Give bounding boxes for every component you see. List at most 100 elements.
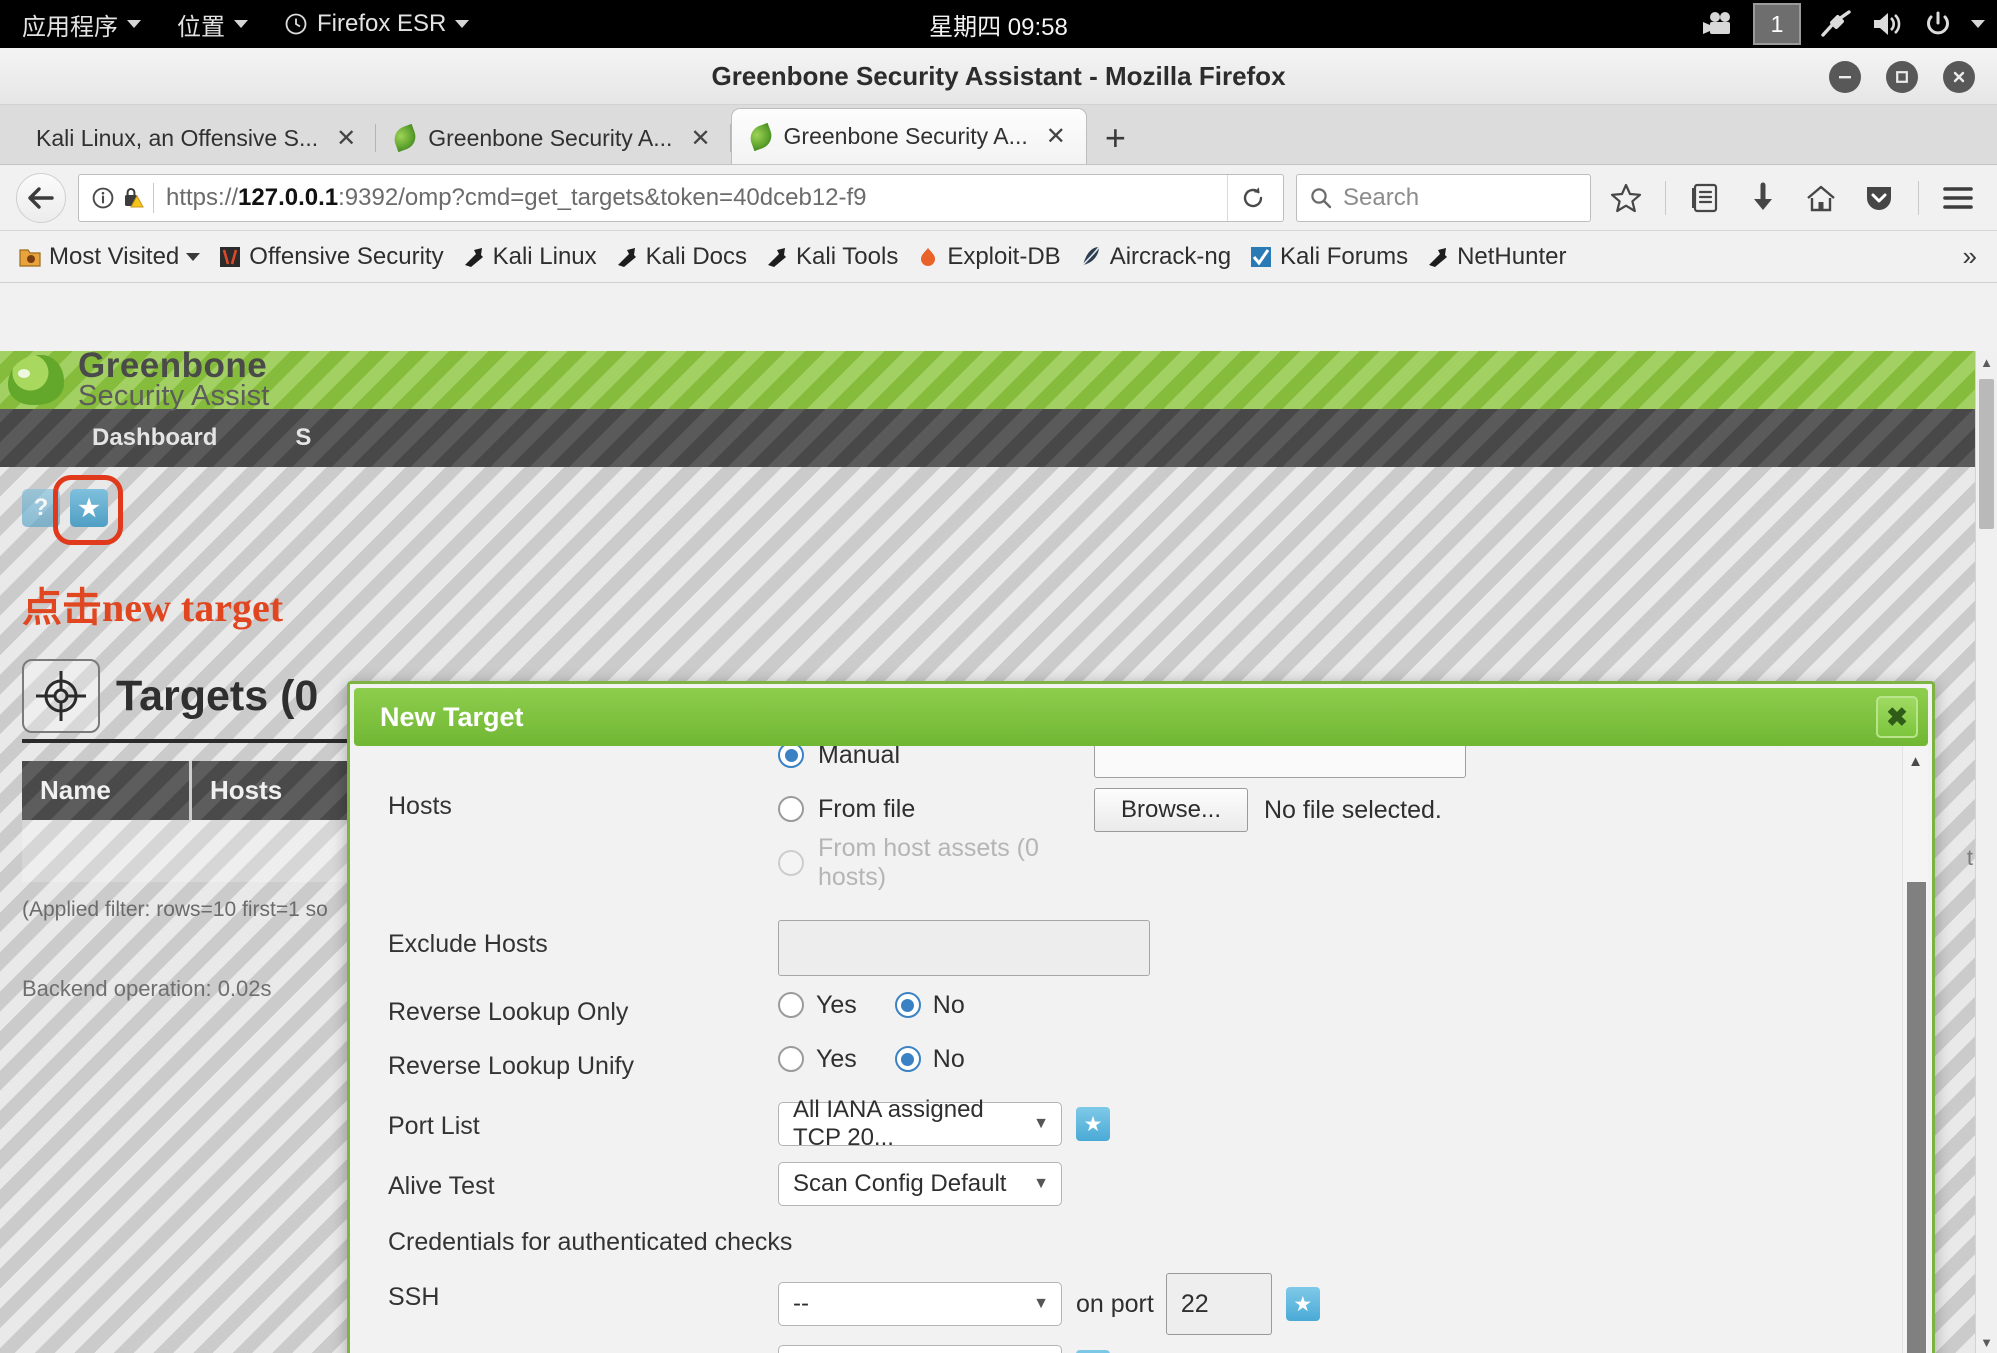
nav-item-dashboard[interactable]: Dashboard xyxy=(92,424,217,452)
dragon-icon xyxy=(765,245,789,269)
gsa-logo-line2: Security Assist xyxy=(78,379,270,412)
column-header-name[interactable]: Name xyxy=(22,761,192,820)
browser-tab[interactable]: Greenbone Security A... ✕ xyxy=(376,112,731,164)
radio-reverse-lookup-only-yes[interactable] xyxy=(778,992,804,1018)
applications-menu[interactable]: 应用程序 xyxy=(0,0,159,48)
nav-item-scans[interactable]: S xyxy=(295,424,311,452)
close-icon[interactable]: ✕ xyxy=(330,124,362,153)
close-icon[interactable]: ✖ xyxy=(1876,696,1918,738)
pocket-icon[interactable] xyxy=(1856,175,1902,221)
dialog-scrollbar-thumb[interactable] xyxy=(1907,882,1926,1353)
new-ssh-credential-star-icon[interactable]: ★ xyxy=(1285,1287,1320,1321)
identity-box[interactable] xyxy=(85,185,145,211)
maximize-button[interactable] xyxy=(1886,60,1918,93)
bookmark-most-visited[interactable]: Most Visited xyxy=(12,240,206,274)
firefox-clock-icon xyxy=(284,12,308,36)
browser-tab[interactable]: Kali Linux, an Offensive S... ✕ xyxy=(18,112,377,164)
new-tab-button[interactable]: + xyxy=(1087,120,1144,164)
close-icon[interactable]: ✕ xyxy=(1040,122,1072,151)
network-icon[interactable] xyxy=(1819,9,1853,39)
new-target-dialog: New Target ✖ Hosts Manual From file From… xyxy=(347,681,1935,1353)
ssh-credential-select[interactable]: -- ▼ xyxy=(778,1282,1062,1326)
radio-reverse-lookup-only-no[interactable] xyxy=(894,992,921,1018)
close-icon[interactable]: ✕ xyxy=(684,124,716,153)
places-menu-label: 位置 xyxy=(177,13,225,41)
help-icon[interactable]: ? xyxy=(22,489,60,527)
dialog-scrollbar[interactable]: ▲ ▼ xyxy=(1902,746,1928,1353)
info-icon[interactable] xyxy=(91,186,115,210)
file-status-text: No file selected. xyxy=(1264,795,1442,824)
bookmark-star-icon[interactable] xyxy=(1603,175,1649,221)
column-header-hosts[interactable]: Hosts xyxy=(192,761,362,820)
bookmark-kali-tools[interactable]: Kali Tools xyxy=(759,240,904,274)
reload-icon[interactable] xyxy=(1227,174,1277,221)
gsa-toolbar-icons: ? ★ xyxy=(22,475,1975,545)
bookmark-offensive-security[interactable]: Offensive Security xyxy=(212,240,449,274)
search-bar[interactable]: Search xyxy=(1296,173,1591,222)
bookmark-exploit-db[interactable]: Exploit-DB xyxy=(910,240,1066,274)
hosts-option-from-file[interactable]: From file xyxy=(778,782,1094,836)
hosts-option-manual[interactable]: Manual xyxy=(778,746,1094,782)
close-button[interactable] xyxy=(1943,60,1975,93)
alive-test-select[interactable]: Scan Config Default ▼ xyxy=(778,1162,1062,1206)
new-target-star-icon[interactable]: ★ xyxy=(70,489,108,527)
radio-manual[interactable] xyxy=(778,746,804,768)
page-scrollbar-thumb[interactable] xyxy=(1979,379,1994,529)
search-icon xyxy=(1309,186,1333,210)
bookmark-kali-docs[interactable]: Kali Docs xyxy=(609,240,753,274)
hosts-manual-input[interactable]: 192.168.199.214 xyxy=(1094,746,1466,778)
ssh-port-input[interactable]: 22 xyxy=(1165,1273,1272,1335)
scroll-down-icon[interactable]: ▼ xyxy=(1976,1331,1997,1353)
bookmark-kali-linux[interactable]: Kali Linux xyxy=(456,240,603,274)
downloads-icon[interactable] xyxy=(1740,175,1786,221)
port-list-value: All IANA assigned TCP 20... xyxy=(793,1096,984,1151)
radio-label-from-host-assets: From host assets (0 hosts) xyxy=(818,834,1039,891)
places-menu[interactable]: 位置 xyxy=(159,0,266,48)
smb-credential-select[interactable]: -- ▼ xyxy=(778,1345,1062,1353)
port-list-select[interactable]: All IANA assigned TCP 20... ▼ xyxy=(778,1096,1062,1151)
reverse-lookup-unify-radio-group: Yes No xyxy=(778,1032,965,1086)
firefox-menu[interactable]: Firefox ESR xyxy=(266,0,487,48)
form-row-smb: SMB -- ▼ ★ xyxy=(388,1345,1902,1353)
workspace-indicator[interactable]: 1 xyxy=(1753,3,1801,45)
field-label-alive-test: Alive Test xyxy=(388,1172,495,1200)
bookmark-nethunter[interactable]: NetHunter xyxy=(1420,240,1572,274)
browser-tab-active[interactable]: Greenbone Security A... ✕ xyxy=(730,108,1087,164)
bookmarks-overflow-button[interactable]: » xyxy=(1963,241,1985,272)
insecure-lock-warning-icon[interactable] xyxy=(121,185,145,211)
bookmark-kali-forums[interactable]: Kali Forums xyxy=(1243,240,1414,274)
radio-reverse-lookup-unify-no[interactable] xyxy=(894,1046,921,1072)
exclude-hosts-input[interactable] xyxy=(778,920,1150,976)
field-label-smb: SMB xyxy=(388,1345,778,1353)
chevron-down-icon[interactable] xyxy=(1971,20,1985,28)
bookmark-label: Aircrack-ng xyxy=(1109,242,1232,270)
radio-label-manual: Manual xyxy=(818,746,900,769)
hamburger-menu-icon[interactable] xyxy=(1935,175,1981,221)
form-row-reverse-lookup-only: Reverse Lookup Only Yes No xyxy=(388,988,1902,1042)
library-icon[interactable] xyxy=(1682,175,1728,221)
url-bar[interactable]: https://127.0.0.1:9392/omp?cmd=get_targe… xyxy=(78,173,1284,222)
scroll-up-icon[interactable]: ▲ xyxy=(1903,748,1928,774)
greenbone-favicon-icon xyxy=(746,122,775,151)
power-icon[interactable] xyxy=(1923,9,1953,39)
back-button[interactable] xyxy=(16,172,66,223)
camera-icon[interactable] xyxy=(1701,11,1735,37)
bookmark-aircrack-ng[interactable]: Aircrack-ng xyxy=(1073,240,1237,274)
url-rest: :9392/omp?cmd=get_targets&token=40dceb12… xyxy=(338,183,867,211)
new-port-list-star-icon[interactable]: ★ xyxy=(1076,1107,1110,1141)
radio-from-file[interactable] xyxy=(778,796,804,822)
bookmark-label: Kali Tools xyxy=(796,242,899,270)
page-scrollbar[interactable]: ▲ ▼ xyxy=(1975,351,1997,1353)
scroll-up-icon[interactable]: ▲ xyxy=(1976,351,1997,373)
browse-button[interactable]: Browse... xyxy=(1094,788,1248,832)
home-icon[interactable] xyxy=(1798,175,1844,221)
form-row-hosts: Hosts Manual From file From host assets … xyxy=(388,746,1902,891)
volume-icon[interactable] xyxy=(1871,10,1905,38)
url-prefix: https:// xyxy=(166,183,239,211)
field-label-exclude-hosts: Exclude Hosts xyxy=(388,930,548,958)
minimize-button[interactable] xyxy=(1829,60,1861,93)
radio-reverse-lookup-unify-yes[interactable] xyxy=(778,1046,804,1072)
search-input[interactable]: Search xyxy=(1343,184,1419,212)
target-crosshair-icon xyxy=(22,659,100,733)
greenbone-favicon-icon xyxy=(391,123,420,153)
